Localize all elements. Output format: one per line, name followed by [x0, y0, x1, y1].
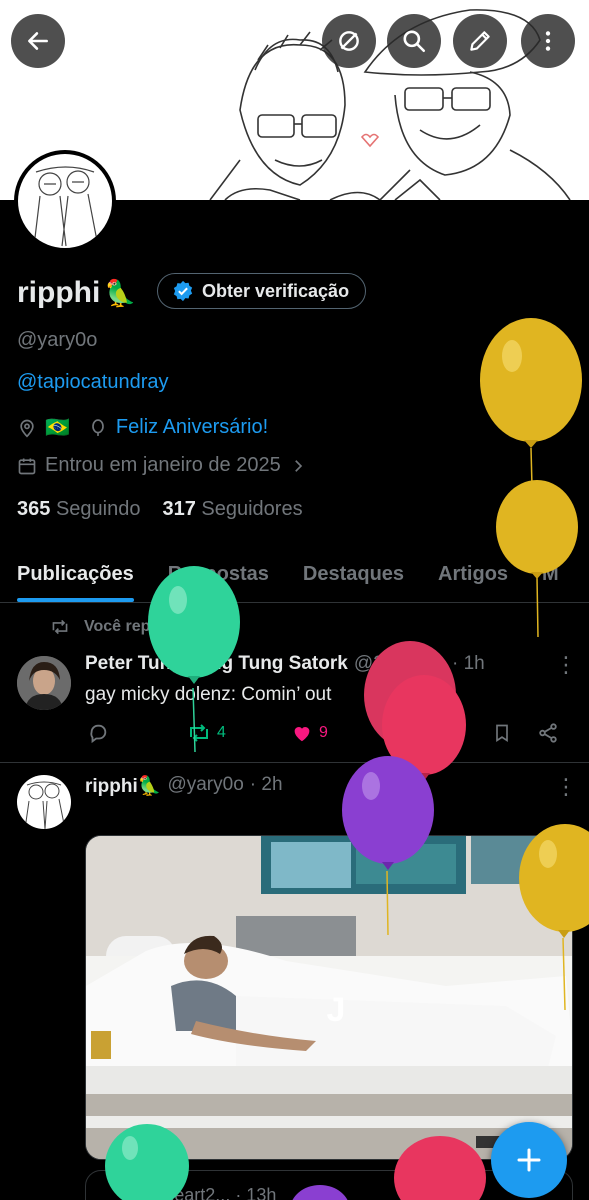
views-icon: [400, 726, 415, 739]
profile-tabs: Publicações Respostas Destaques Artigos …: [0, 555, 589, 603]
like-button[interactable]: 9: [291, 722, 328, 744]
tweet2-more-icon[interactable]: ⋮: [555, 776, 577, 798]
location-icon: [20, 419, 34, 438]
repost-button[interactable]: 4: [187, 722, 226, 744]
media-watermark-letter: J: [327, 991, 346, 1029]
hide-icon: [339, 31, 359, 51]
tweet2-author-name-text: ripphi: [85, 776, 138, 797]
repost-note: Você repostou: [50, 618, 194, 636]
more-icon: [545, 31, 551, 51]
plus-icon: [517, 1148, 541, 1172]
bookmark-button[interactable]: [492, 722, 512, 744]
tweet1-more-icon[interactable]: ⋮: [555, 654, 577, 676]
repost-icon: [52, 619, 68, 635]
location-flag: 🇧🇷: [45, 417, 70, 439]
verified-badge-icon: [173, 280, 193, 302]
profile-handle: @yary0o: [17, 329, 98, 351]
tweet1-header: Peter Tung Tung Tung Satork @25cent... ·…: [85, 653, 545, 675]
back-button[interactable]: [11, 14, 65, 68]
chevron-right-icon: [294, 459, 302, 472]
bookmark-icon: [496, 724, 508, 743]
profile-meta-location: 🇧🇷 Feliz Aniversário!: [17, 415, 268, 440]
calendar-icon: [18, 458, 36, 474]
avatar[interactable]: [17, 775, 71, 829]
tweet2-time: · 2h: [249, 774, 283, 795]
views-count: 2: [423, 723, 432, 740]
following-count: 365: [17, 498, 51, 520]
tab-articles[interactable]: Artigos: [421, 555, 525, 602]
followers-link[interactable]: 317 Seguidores: [162, 498, 302, 521]
repost-note-text: Você repostou: [84, 618, 194, 635]
tweet1-author-name[interactable]: Peter Tung Tung Tung Satork: [85, 653, 348, 675]
avatar-photo: [17, 656, 71, 710]
reply-icon: [90, 724, 107, 744]
balloon-icon: [92, 418, 104, 436]
tweet1-actions: 4 9 2: [87, 722, 567, 748]
tweet2-author-handle[interactable]: @yary0o: [167, 774, 243, 798]
following-link[interactable]: 365 Seguindo: [17, 498, 140, 521]
like-icon: [294, 727, 310, 742]
bio-mention-link[interactable]: @tapiocatundray: [17, 371, 169, 394]
tweet1-author-handle[interactable]: @25cent...: [354, 653, 446, 675]
avatar-drawing: [33, 166, 99, 247]
tab-replies[interactable]: Respostas: [151, 555, 286, 602]
profile-name: ripphi 🦜: [17, 276, 137, 310]
followers-label: Seguidores: [201, 498, 303, 520]
hide-button[interactable]: [322, 14, 376, 68]
back-arrow-icon: [28, 32, 48, 50]
tweet1-text: gay micky dolenz: Comin’ out: [85, 684, 332, 705]
tweet1-time: · 1h: [452, 653, 485, 674]
tab-media[interactable]: M: [525, 555, 576, 602]
avatar[interactable]: [17, 656, 71, 710]
share-button[interactable]: [537, 722, 559, 744]
birthday-link[interactable]: Feliz Aniversário!: [116, 416, 268, 439]
tweet2-media[interactable]: J: [85, 835, 573, 1160]
edit-button[interactable]: [453, 14, 507, 68]
repost-icon: [190, 724, 208, 742]
quoted-tweet-handle: @heart2... · 13h: [146, 1185, 277, 1200]
tab-highlights[interactable]: Destaques: [286, 555, 421, 602]
tweet2-author-name[interactable]: ripphi🦜: [85, 774, 161, 798]
search-button[interactable]: [387, 14, 441, 68]
more-button[interactable]: [521, 14, 575, 68]
avatar-drawing: [24, 781, 66, 829]
profile-screen: ripphi 🦜 Obter verificação @yary0o @tapi…: [0, 0, 589, 1200]
follow-stats: 365 Seguindo 317 Seguidores: [17, 498, 303, 521]
reply-button[interactable]: [87, 722, 109, 744]
repost-count: 4: [217, 724, 226, 741]
profile-name-text: ripphi: [17, 276, 101, 309]
joined-date: Entrou em janeiro de 2025: [45, 454, 281, 476]
get-verified-button[interactable]: Obter verificação: [157, 273, 367, 309]
like-count: 9: [319, 724, 328, 741]
hospital-photo: J: [86, 836, 572, 1159]
profile-meta-joined[interactable]: Entrou em janeiro de 2025: [17, 454, 307, 477]
tweet-divider: [0, 762, 589, 763]
balloon: [480, 318, 582, 526]
tab-posts[interactable]: Publicações: [0, 555, 151, 602]
profile-avatar[interactable]: [14, 150, 116, 252]
views-button[interactable]: 2: [397, 722, 432, 742]
share-icon: [539, 723, 557, 743]
compose-button[interactable]: [491, 1122, 567, 1198]
search-icon: [403, 30, 426, 53]
followers-count: 317: [162, 498, 196, 520]
get-verified-label: Obter verificação: [202, 280, 350, 301]
following-label: Seguindo: [55, 498, 141, 520]
edit-icon: [470, 31, 490, 51]
parrot-emoji: 🦜: [104, 277, 137, 308]
tweet2-header: ripphi🦜 @yary0o · 2h: [85, 774, 283, 798]
parrot-emoji: 🦜: [137, 776, 162, 797]
